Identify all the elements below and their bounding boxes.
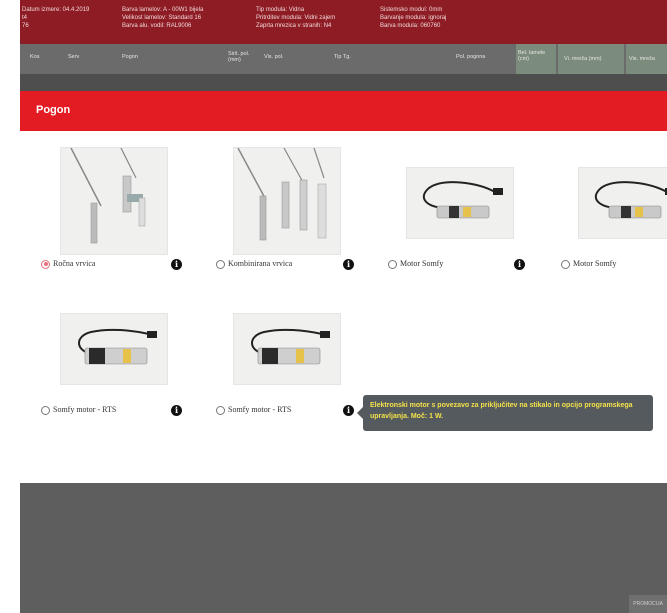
column-header[interactable]: Pogon [122, 54, 138, 60]
modal-title: Pogon [36, 104, 71, 116]
option-image-handle[interactable] [60, 147, 168, 255]
info-date: Datum izmere: 04.4.2019 [22, 7, 90, 13]
column-header[interactable]: Vis. mreža [626, 44, 667, 74]
info-line: Tip modula: Vidna [256, 7, 305, 13]
option-label: Ročna vrvica [53, 259, 96, 268]
info-icon[interactable]: i [343, 259, 354, 270]
table-header: Kos Serv Pogon Sirš. pol. (mm) Vis. pol.… [20, 44, 667, 74]
radio-unselected[interactable] [216, 405, 225, 415]
option-image-handle[interactable] [233, 147, 341, 255]
option-motor[interactable]: Motor Somfy [388, 259, 443, 269]
column-header[interactable]: Tip Tg. [334, 54, 351, 60]
column-header[interactable]: Sirš. pol. (mm) [228, 51, 256, 63]
option-label: Kombinirana vrvica [228, 259, 293, 268]
option-label: Motor Somfy [573, 259, 617, 268]
info-line: Barva modula: 060760 [380, 23, 441, 29]
overlay-area: PROMOCIJA [20, 483, 667, 613]
info-icon[interactable]: i [171, 259, 182, 270]
option-somfy-rts[interactable]: Somfy motor - RTS [41, 405, 116, 415]
info-line: Zaprta mrezica v stranih: N4 [256, 23, 332, 29]
radio-unselected[interactable] [216, 259, 225, 269]
option-motor[interactable]: Motor Somfy [561, 259, 616, 269]
info-icon[interactable]: i [514, 259, 525, 270]
info-line: 76 [22, 23, 29, 29]
option-somfy-rts[interactable]: Somfy motor - RTS [216, 405, 291, 415]
order-info-bar: Datum izmere: 04.4.2019 t4 76 Barva lame… [20, 0, 667, 44]
modal-header: Pogon [20, 91, 667, 131]
info-icon[interactable]: i [343, 405, 354, 416]
header-strip [20, 74, 667, 91]
corner-label: PROMOCIJA [629, 595, 667, 613]
info-col-2: Barva lamelov: A - 00W1 bijela Velikost … [122, 6, 203, 30]
info-icon[interactable]: i [171, 405, 182, 416]
radio-unselected[interactable] [388, 259, 397, 269]
column-header[interactable]: Pol. pogona [456, 54, 485, 60]
radio-unselected[interactable] [41, 405, 50, 415]
info-col-1: Datum izmere: 04.4.2019 t4 76 [22, 6, 89, 30]
option-kombinirana-vrvica[interactable]: Kombinirana vrvica [216, 259, 292, 269]
column-header[interactable]: Kos [30, 54, 39, 60]
option-label: Motor Somfy [400, 259, 444, 268]
column-header[interactable]: Vi. mreža (mm) [558, 44, 624, 74]
tooltip-text: Elektronski motor s povezavo za priključ… [370, 402, 633, 420]
column-header[interactable]: Bel. lamele (cm) [516, 44, 556, 74]
option-label: Somfy motor - RTS [228, 405, 292, 414]
info-col-4: Sistemsko modul: 0mm Barvanje modula: ig… [380, 6, 446, 30]
info-line: Barva lamelov: A - 00W1 bijela [122, 7, 204, 13]
column-header[interactable]: Vis. pol. [264, 54, 283, 60]
info-col-3: Tip modula: Vidna Pritrditev modula: Vid… [256, 6, 335, 30]
radio-selected[interactable] [41, 259, 50, 269]
option-image-motor[interactable] [406, 167, 514, 239]
info-line: t4 [22, 15, 28, 21]
info-line: Sistemsko modul: 0mm [380, 7, 443, 13]
option-image-motor-unit[interactable] [233, 313, 341, 385]
option-label: Somfy motor - RTS [53, 405, 117, 414]
option-image-motor-unit[interactable] [60, 313, 168, 385]
column-header[interactable]: Serv [68, 54, 79, 60]
radio-unselected[interactable] [561, 259, 570, 269]
info-line: Pritrditev modula: Vidni zajem [256, 15, 336, 21]
info-tooltip: Elektronski motor s povezavo za priključ… [357, 395, 653, 431]
info-line: Velikost lamelov: Standard 16 [122, 15, 202, 21]
option-rocna-vrvica[interactable]: Ročna vrvica [41, 259, 95, 269]
info-line: Barvanje modula: ignoraj [380, 15, 447, 21]
info-line: Barva alu. vodil: RAL9006 [122, 23, 192, 29]
option-image-motor[interactable] [578, 167, 667, 239]
